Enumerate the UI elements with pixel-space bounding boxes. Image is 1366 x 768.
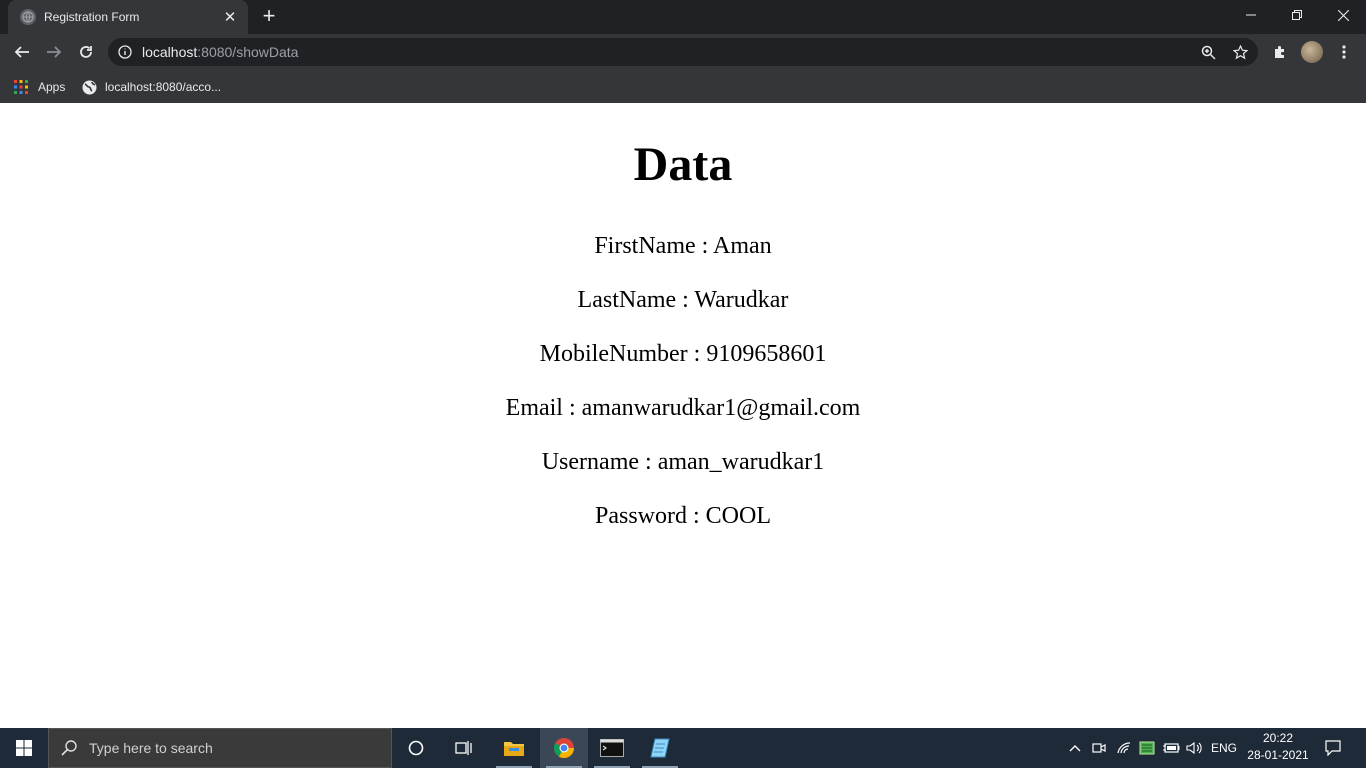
browser-tabstrip: Registration Form ✕ + [0, 0, 1366, 34]
back-button[interactable] [8, 38, 36, 66]
bookmark-label: localhost:8080/acco... [105, 80, 222, 94]
url-path: :8080/showData [197, 44, 299, 60]
data-list: FirstName : Aman LastName : Warudkar Mob… [0, 231, 1366, 531]
minimize-icon [1246, 14, 1256, 16]
field-value: 9109658601 [706, 341, 827, 367]
clock-date: 28-01-2021 [1247, 748, 1309, 762]
reload-icon [80, 46, 92, 58]
menu-button[interactable] [1330, 38, 1358, 66]
camera-icon [1092, 743, 1106, 753]
field-value: Warudkar [694, 287, 789, 313]
cortana-circle-icon [408, 740, 424, 756]
bookmark-localhost[interactable]: localhost:8080/acco... [82, 76, 221, 98]
cortana-button[interactable] [392, 728, 440, 768]
notepad-icon [650, 738, 670, 758]
close-window-icon [1337, 9, 1349, 21]
language-label: ENG [1210, 741, 1237, 755]
profile-avatar[interactable] [1298, 38, 1326, 66]
file-explorer-button[interactable] [490, 728, 538, 768]
meet-now-button[interactable] [1088, 728, 1110, 768]
page-title: Data [633, 138, 733, 191]
minimize-button[interactable] [1228, 0, 1274, 30]
forward-button[interactable] [40, 38, 68, 66]
search-icon [61, 740, 77, 756]
clock-time: 20:22 [1262, 731, 1294, 745]
globe-icon [20, 9, 36, 25]
field-label: FirstName [594, 233, 696, 259]
field-label: Email [505, 395, 563, 421]
volume-button[interactable] [1184, 728, 1206, 768]
task-view-icon [455, 741, 472, 755]
battery-button[interactable] [1160, 728, 1182, 768]
star-icon[interactable] [1230, 42, 1250, 62]
field-label: Username [541, 449, 640, 475]
apps-grid-icon [14, 80, 28, 94]
bookmark-apps[interactable]: Apps [14, 76, 65, 98]
arrow-right-icon [47, 46, 62, 58]
folder-icon [504, 742, 524, 756]
close-icon[interactable]: ✕ [222, 8, 238, 26]
chevron-up-icon [1069, 745, 1081, 752]
windows-logo-icon [16, 740, 32, 756]
field-password: Password : COOL [594, 503, 772, 529]
notepad-taskbar-button[interactable] [636, 728, 684, 768]
avatar [1301, 41, 1323, 63]
chrome-icon [553, 738, 574, 758]
reload-button[interactable] [72, 38, 100, 66]
extensions-button[interactable] [1266, 38, 1294, 66]
address-bar[interactable]: localhost:8080/showData [108, 38, 1258, 66]
search-placeholder: Type here to search [89, 740, 213, 756]
field-email: Email : amanwarudkar1@gmail.com [505, 395, 861, 421]
bookmarks-bar: Apps localhost:8080/acco... [0, 70, 1366, 103]
new-tab-button[interactable]: + [258, 5, 280, 28]
chrome-taskbar-button[interactable] [540, 728, 588, 768]
kebab-menu-icon [1342, 45, 1346, 59]
green-app-icon [1139, 741, 1155, 755]
terminal-icon [600, 739, 624, 757]
task-view-button[interactable] [440, 728, 488, 768]
app-tray-button[interactable] [1136, 728, 1158, 768]
language-indicator[interactable]: ENG [1208, 728, 1240, 768]
field-label: MobileNumber [539, 341, 688, 367]
battery-charging-icon [1163, 743, 1180, 753]
field-value: aman_warudkar1 [657, 449, 825, 475]
taskbar-search-box[interactable]: Type here to search [48, 728, 392, 768]
url-host: localhost [142, 44, 198, 60]
field-username: Username : aman_warudkar1 [541, 449, 825, 475]
start-button[interactable] [0, 728, 48, 768]
arrow-left-icon [14, 46, 29, 58]
field-value: Aman [713, 233, 772, 259]
terminal-taskbar-button[interactable] [588, 728, 636, 768]
field-firstname: FirstName : Aman [594, 233, 772, 259]
restore-icon [1292, 10, 1302, 20]
field-value: amanwarudkar1@gmail.com [581, 395, 861, 421]
zoom-icon[interactable] [1198, 42, 1218, 62]
field-label: LastName [577, 287, 677, 313]
field-value: COOL [705, 503, 772, 529]
field-mobile: MobileNumber : 9109658601 [539, 341, 827, 367]
restore-button[interactable] [1274, 0, 1320, 30]
network-button[interactable] [1112, 728, 1136, 768]
globe-icon [82, 80, 97, 94]
tab-title: Registration Form [44, 10, 140, 24]
speaker-icon [1186, 741, 1202, 755]
field-lastname: LastName : Warudkar [577, 287, 789, 313]
info-icon[interactable] [118, 45, 132, 59]
notification-icon [1325, 740, 1341, 756]
wifi-icon [1117, 742, 1131, 754]
browser-tab[interactable]: Registration Form ✕ [8, 0, 248, 34]
browser-toolbar: localhost:8080/showData [0, 34, 1366, 70]
taskbar: Type here to search ENG 20:22 28-01-2021 [0, 728, 1366, 768]
taskbar-clock[interactable]: 20:22 28-01-2021 [1244, 730, 1312, 766]
window-close-button[interactable] [1320, 0, 1366, 30]
show-hidden-icons-button[interactable] [1064, 728, 1086, 768]
action-center-button[interactable] [1320, 728, 1346, 768]
page-content: Data FirstName : Aman LastName : Warudka… [0, 103, 1366, 728]
bookmark-label: Apps [38, 80, 66, 94]
puzzle-icon [1275, 46, 1284, 58]
field-label: Password [594, 503, 687, 529]
